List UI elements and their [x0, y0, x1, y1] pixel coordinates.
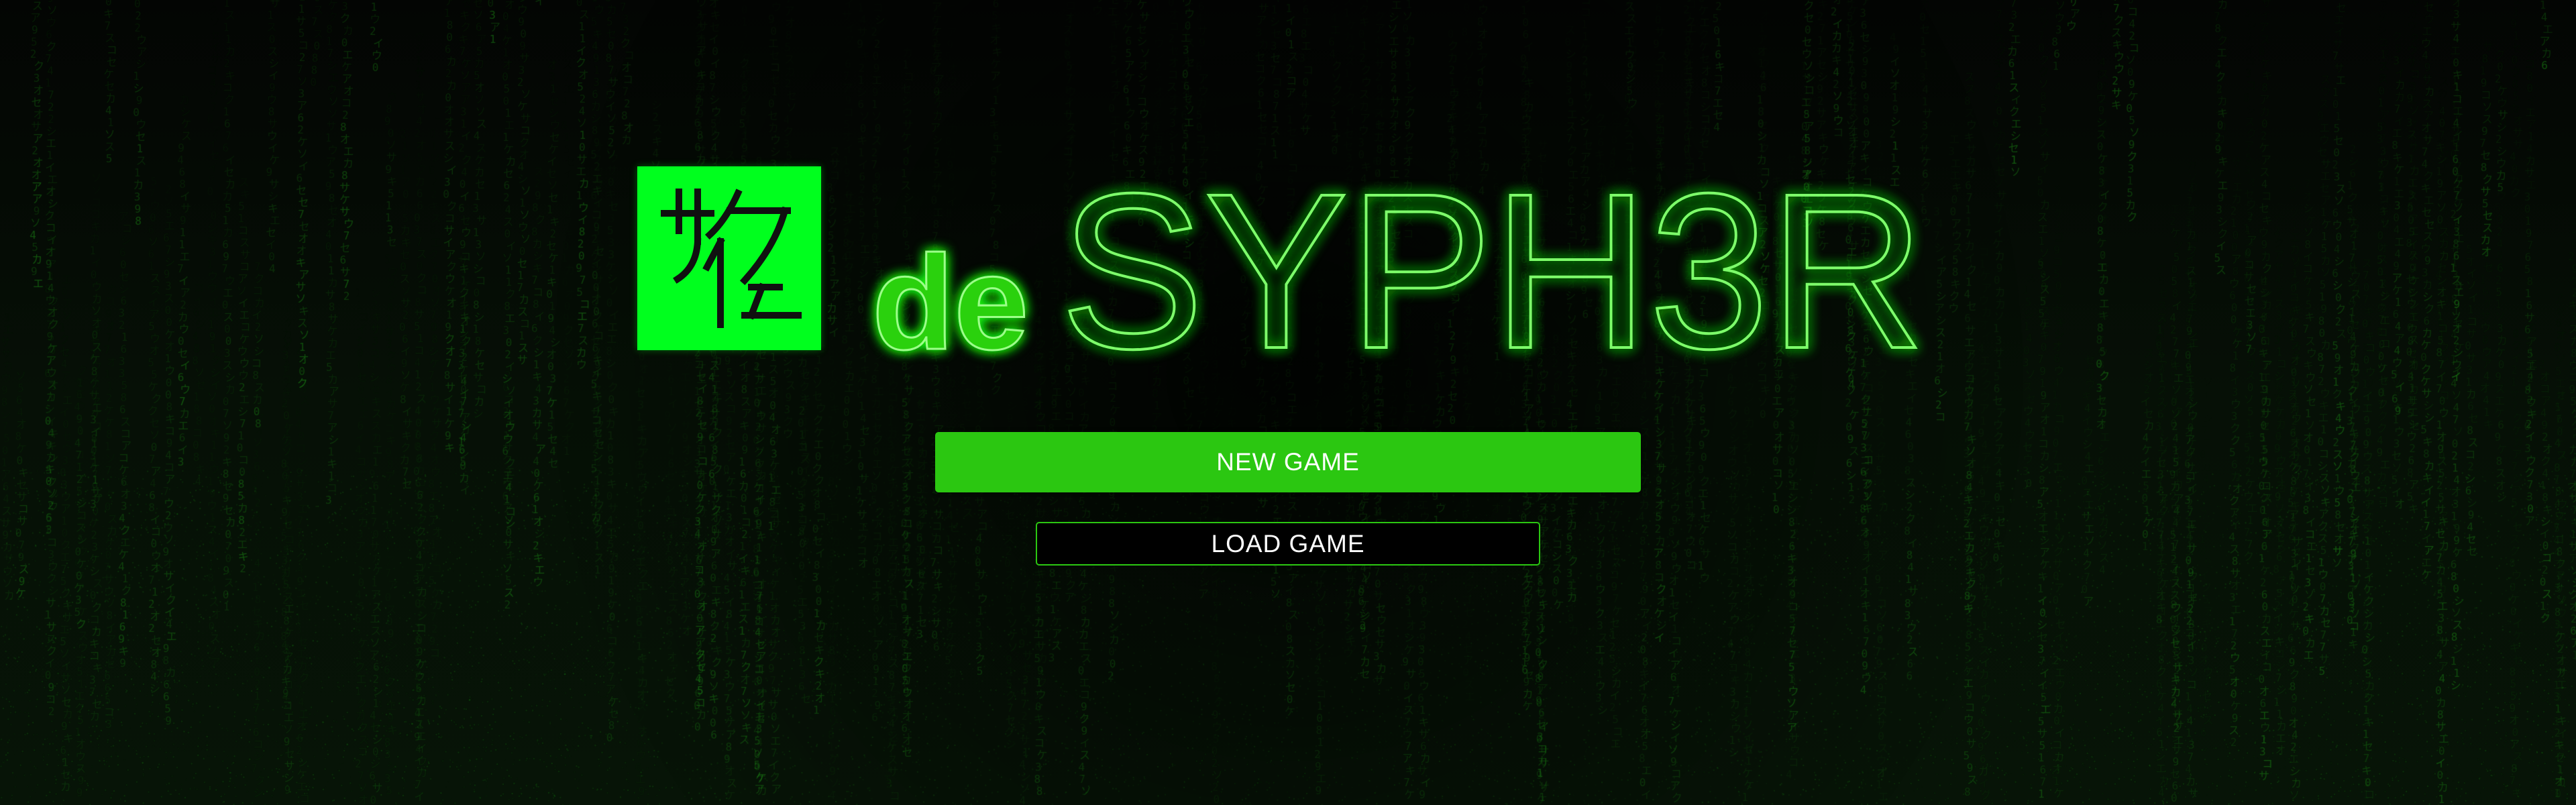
- game-logo: [637, 166, 821, 350]
- title-main: SYPH3R: [1060, 147, 1925, 394]
- code-rain-background: [0, 0, 2576, 805]
- main-menu-screen: de SYPH3R NEW GAME LOAD GAME: [0, 0, 2576, 805]
- new-game-label: NEW GAME: [1216, 448, 1360, 476]
- game-title: de SYPH3R: [871, 146, 1927, 396]
- load-game-button[interactable]: LOAD GAME: [1036, 522, 1540, 566]
- load-game-label: LOAD GAME: [1211, 529, 1365, 557]
- katakana-monogram-icon: [661, 189, 802, 328]
- title-prefix: de: [872, 228, 1028, 378]
- new-game-button[interactable]: NEW GAME: [935, 432, 1641, 492]
